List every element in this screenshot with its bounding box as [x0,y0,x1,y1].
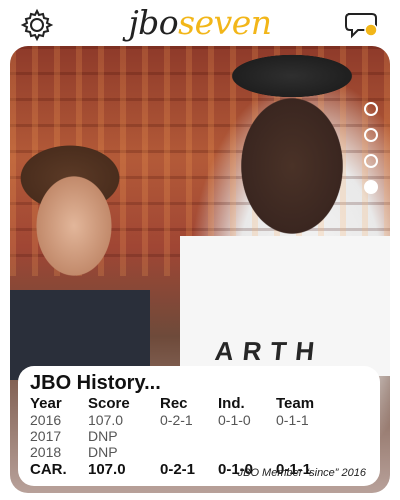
notification-dot [364,23,378,37]
col-ind: Ind. [218,395,245,412]
member-since-text: JBO Member “since” 2016 [237,467,366,479]
cell-year: 2016 [30,412,62,428]
shirt-print-text: ARTH [213,336,325,366]
cell-rec [160,444,218,460]
gallery-dot-2[interactable] [364,128,378,142]
panel-title: JBO History... [30,372,161,394]
photo-person-center [180,46,390,376]
history-row-2017: 2017 DNP [30,428,368,444]
col-year: Year [30,395,62,412]
cell-team [276,428,368,444]
gallery-dot-1[interactable] [364,102,378,116]
col-team: Team [276,395,315,412]
logo-part-1: jbo [128,3,179,42]
history-table: Year Score Rec Ind. Team 2016 107.0 0-2-… [30,396,368,478]
gallery-pagination[interactable] [364,102,380,202]
cell-year: 2017 [30,428,62,444]
chat-bubble-icon[interactable] [344,10,380,42]
cell-score: DNP [88,444,118,460]
cell-year: 2018 [30,444,62,460]
cell-rec [160,428,218,444]
cell-team: 0-1-1 [276,412,309,428]
history-header-row: Year Score Rec Ind. Team [30,396,368,412]
history-row-2018: 2018 DNP [30,444,368,460]
photo-person-left [10,120,150,380]
logo-part-2: seven [178,3,272,42]
cell-rec: 0-2-1 [160,461,196,478]
history-row-2016: 2016 107.0 0-2-1 0-1-0 0-1-1 [30,412,368,428]
col-rec: Rec [160,395,188,412]
jbo-history-panel: JBO History... Year Score Rec Ind. Team … [18,366,380,486]
cell-ind [218,428,276,444]
cell-year: CAR. [30,461,67,478]
cell-score: 107.0 [88,461,126,478]
cell-ind [218,444,276,460]
col-score: Score [88,395,130,412]
cell-rec: 0-2-1 [160,412,193,428]
gallery-dot-3[interactable] [364,154,378,168]
cell-team [276,444,368,460]
cell-ind: 0-1-0 [218,412,251,428]
app-logo: jboseven [0,3,400,43]
cell-score: 107.0 [88,412,124,428]
top-bar: jboseven [0,0,400,46]
cell-score: DNP [88,428,118,444]
gallery-dot-4-active[interactable] [364,180,378,194]
